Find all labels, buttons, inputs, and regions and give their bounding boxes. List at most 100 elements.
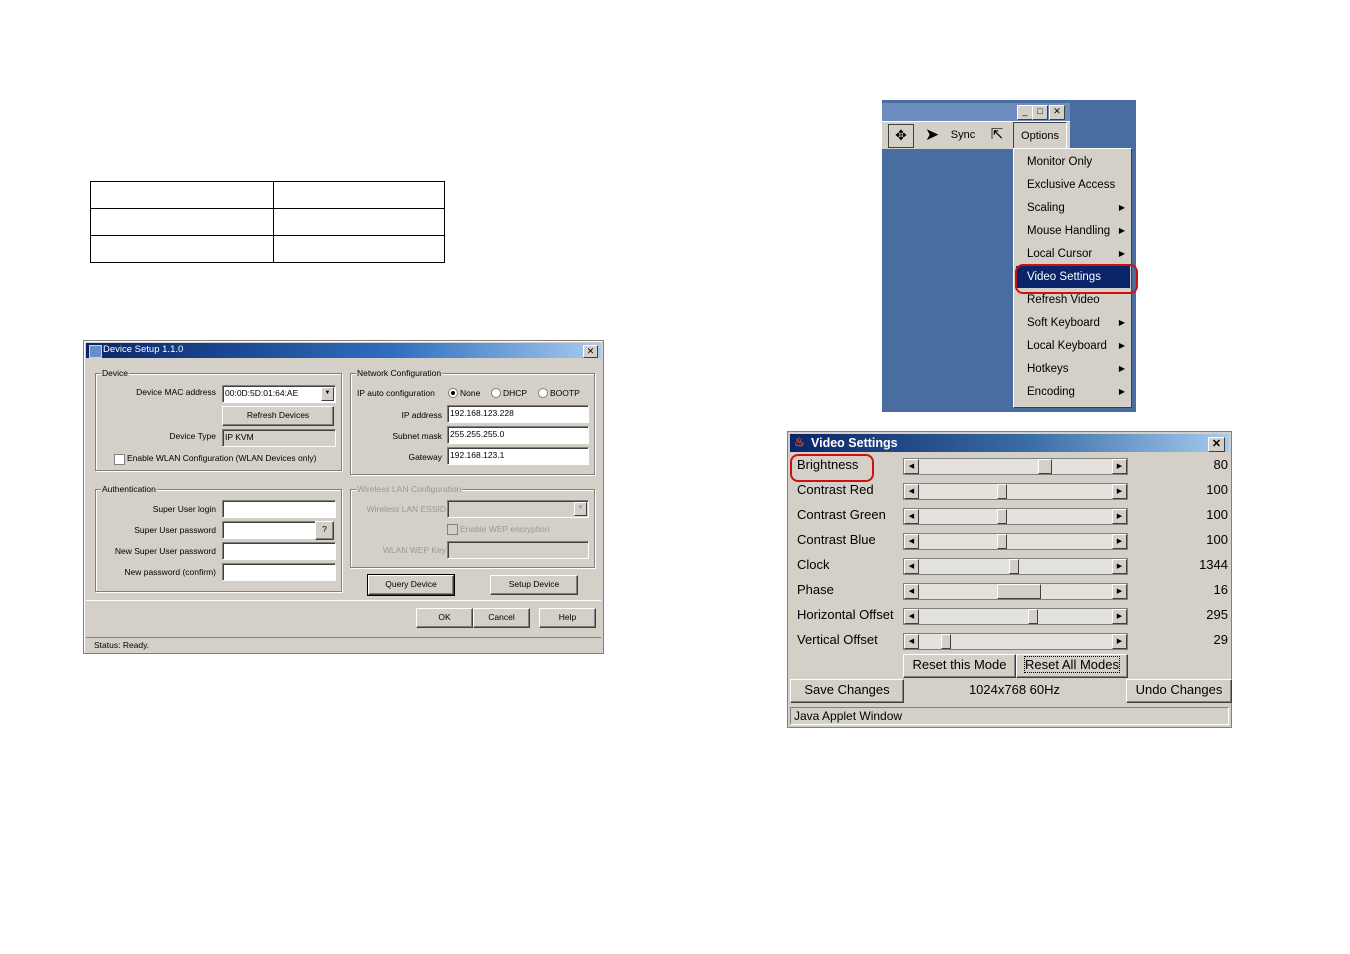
table-cell (90, 208, 274, 236)
slider-thumb[interactable] (997, 584, 1041, 599)
menu-item-scaling[interactable]: Scaling ▶ (1016, 197, 1130, 219)
chevron-down-icon[interactable]: ▼ (321, 387, 334, 401)
slider-thumb[interactable] (997, 484, 1007, 499)
confirm-password-field[interactable] (222, 563, 336, 581)
pointer-icon[interactable]: ➤ (922, 124, 942, 146)
radio-bootp[interactable] (538, 388, 548, 398)
slider-left-arrow-icon[interactable]: ◀ (904, 459, 919, 474)
ip-address-field[interactable]: 192.168.123.228 (447, 405, 589, 423)
new-password-label: New Super User password (114, 546, 216, 556)
table-cell (90, 181, 274, 209)
mac-select[interactable]: 00:0D:5D:01:64:AE ▼ (222, 385, 336, 403)
gateway-field[interactable]: 192.168.123.1 (447, 447, 589, 465)
menu-item-exclusive-access[interactable]: Exclusive Access (1016, 174, 1130, 196)
radio-dhcp[interactable] (491, 388, 501, 398)
video-settings-titlebar[interactable]: ♨ Video Settings ✕ (790, 434, 1229, 452)
slider-value: 1344 (1199, 557, 1228, 572)
slider-left-arrow-icon[interactable]: ◀ (904, 509, 919, 524)
authentication-group: Authentication Super User login Super Us… (95, 484, 342, 592)
reset-all-modes-button[interactable]: Reset All Modes (1016, 654, 1128, 678)
save-changes-button[interactable]: Save Changes (790, 679, 904, 703)
local-cursor-icon[interactable]: ⇱ (986, 124, 1008, 146)
slider-thumb[interactable] (1038, 459, 1052, 474)
wep-checkbox[interactable] (447, 524, 458, 535)
slider-thumb[interactable] (997, 534, 1007, 549)
menu-item-local-cursor[interactable]: Local Cursor ▶ (1016, 243, 1130, 265)
help-button[interactable]: Help (539, 608, 596, 628)
maximize-icon[interactable]: □ (1032, 105, 1048, 120)
super-user-login-field[interactable] (222, 500, 336, 518)
wlan-checkbox[interactable] (114, 454, 125, 465)
slider-left-arrow-icon[interactable]: ◀ (904, 559, 919, 574)
slider-right-arrow-icon[interactable]: ▶ (1112, 484, 1127, 499)
slider-thumb[interactable] (1028, 609, 1038, 624)
query-device-button[interactable]: Query Device (367, 574, 455, 596)
slider-right-arrow-icon[interactable]: ▶ (1112, 559, 1127, 574)
menu-item-monitor-only[interactable]: Monitor Only (1016, 151, 1130, 173)
menu-item-encoding[interactable]: Encoding ▶ (1016, 381, 1130, 403)
slider-track[interactable]: ◀ ▶ (903, 533, 1128, 550)
chevron-down-icon[interactable]: ▼ (574, 502, 587, 516)
setup-device-button[interactable]: Setup Device (490, 575, 578, 595)
ok-button[interactable]: OK (416, 608, 473, 628)
essid-select[interactable]: ▼ (447, 500, 589, 518)
radio-none[interactable] (448, 388, 458, 398)
slider-right-arrow-icon[interactable]: ▶ (1112, 584, 1127, 599)
slider-right-arrow-icon[interactable]: ▶ (1112, 459, 1127, 474)
super-user-password-field[interactable] (222, 521, 318, 539)
close-icon[interactable]: ✕ (1208, 437, 1225, 452)
menu-item-label: Scaling (1027, 202, 1065, 214)
subnet-mask-field[interactable]: 255.255.255.0 (447, 426, 589, 444)
sync-button[interactable]: Sync (948, 124, 978, 146)
device-type-field: IP KVM (222, 429, 336, 447)
slider-track[interactable]: ◀ ▶ (903, 458, 1128, 475)
slider-track[interactable]: ◀ ▶ (903, 608, 1128, 625)
slider-track[interactable]: ◀ ▶ (903, 558, 1128, 575)
close-icon[interactable]: ✕ (583, 345, 598, 358)
slider-right-arrow-icon[interactable]: ▶ (1112, 634, 1127, 649)
menu-item-local-keyboard[interactable]: Local Keyboard ▶ (1016, 335, 1130, 357)
wep-key-field[interactable] (447, 541, 589, 559)
slider-thumb[interactable] (1009, 559, 1019, 574)
slider-left-arrow-icon[interactable]: ◀ (904, 534, 919, 549)
subnet-mask-label: Subnet mask (392, 431, 442, 441)
wlan-group: Wireless LAN Configuration Wireless LAN … (350, 484, 595, 568)
slider-track[interactable]: ◀ ▶ (903, 583, 1128, 600)
undo-changes-button[interactable]: Undo Changes (1126, 679, 1232, 703)
slider-track[interactable]: ◀ ▶ (903, 508, 1128, 525)
app-icon (89, 345, 102, 358)
new-password-field[interactable] (222, 542, 336, 560)
minimize-icon[interactable]: _ (1017, 105, 1033, 120)
menu-item-soft-keyboard[interactable]: Soft Keyboard ▶ (1016, 312, 1130, 334)
slider-thumb[interactable] (941, 634, 951, 649)
slider-left-arrow-icon[interactable]: ◀ (904, 584, 919, 599)
cancel-button[interactable]: Cancel (473, 608, 530, 628)
java-icon: ♨ (794, 435, 805, 449)
slider-track[interactable]: ◀ ▶ (903, 633, 1128, 650)
device-group: Device Device MAC address 00:0D:5D:01:64… (95, 368, 342, 471)
slider-label: Phase (797, 582, 834, 597)
slider-track[interactable]: ◀ ▶ (903, 483, 1128, 500)
slider-left-arrow-icon[interactable]: ◀ (904, 609, 919, 624)
slider-right-arrow-icon[interactable]: ▶ (1112, 534, 1127, 549)
network-group: Network Configuration IP auto configurat… (350, 368, 595, 475)
slider-right-arrow-icon[interactable]: ▶ (1112, 609, 1127, 624)
refresh-devices-button[interactable]: Refresh Devices (222, 406, 334, 426)
slider-thumb[interactable] (997, 509, 1007, 524)
submenu-arrow-icon: ▶ (1118, 203, 1125, 212)
video-settings-title: Video Settings (811, 436, 898, 450)
slider-left-arrow-icon[interactable]: ◀ (904, 484, 919, 499)
reset-this-mode-button[interactable]: Reset this Mode (903, 654, 1016, 678)
options-button[interactable]: Options (1013, 122, 1067, 150)
menu-item-mouse-handling[interactable]: Mouse Handling ▶ (1016, 220, 1130, 242)
slider-label: Contrast Blue (797, 532, 876, 547)
password-help-button[interactable]: ? (315, 521, 334, 540)
ip-auto-label: IP auto configuration (357, 388, 435, 398)
move-arrows-icon[interactable]: ✥ (888, 124, 914, 148)
device-setup-titlebar[interactable]: Device Setup 1.1.0 ✕ (86, 343, 601, 358)
dialog-title: Device Setup 1.1.0 (103, 344, 184, 355)
menu-item-hotkeys[interactable]: Hotkeys ▶ (1016, 358, 1130, 380)
slider-left-arrow-icon[interactable]: ◀ (904, 634, 919, 649)
slider-right-arrow-icon[interactable]: ▶ (1112, 509, 1127, 524)
close-icon[interactable]: ✕ (1049, 105, 1065, 120)
